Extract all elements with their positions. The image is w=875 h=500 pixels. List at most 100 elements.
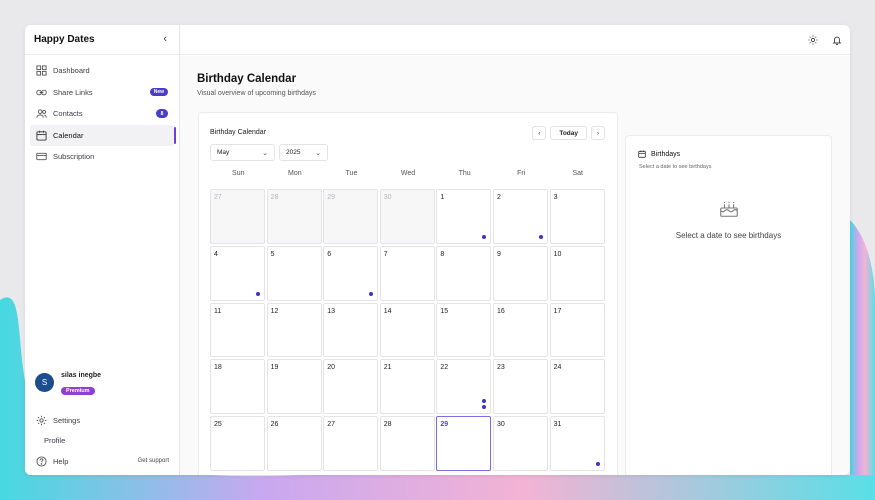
chevron-left-icon: ‹ xyxy=(538,129,541,137)
calendar-day[interactable]: 20 xyxy=(323,359,379,415)
calendar-day[interactable]: 29 xyxy=(323,189,379,244)
day-number: 9 xyxy=(496,250,501,258)
calendar-day[interactable]: 28 xyxy=(379,416,435,471)
birthday-indicator-dot xyxy=(595,461,600,466)
profile-link[interactable]: Profile xyxy=(30,431,175,452)
get-support-link[interactable]: Get support xyxy=(138,458,169,464)
birthdays-title: Birthdays xyxy=(638,150,680,158)
day-number: 5 xyxy=(270,250,275,258)
user-card[interactable]: S silas inegbe Premium xyxy=(35,372,101,397)
sidebar-item-subscription[interactable]: Subscription xyxy=(30,146,174,168)
calendar-day-today[interactable]: 29 xyxy=(436,416,492,471)
calendar-day[interactable]: 7 xyxy=(379,245,435,301)
calendar-day[interactable]: 9 xyxy=(492,245,548,301)
calendar-day[interactable]: 30 xyxy=(379,189,435,244)
calendar-grid: 27 28 29 30 1 2 3 4 5 6 7 8 9 10 11 12 13 14 15 16 17 18 19 20 2… xyxy=(210,189,606,471)
day-number: 20 xyxy=(327,364,335,372)
sidebar-item-dashboard[interactable]: Dashboard xyxy=(30,60,174,82)
calendar-day[interactable]: 30 xyxy=(492,416,548,471)
day-number: 29 xyxy=(327,194,335,201)
weekday-label: Sat xyxy=(572,170,584,177)
calendar-day[interactable]: 18 xyxy=(210,359,265,415)
sidebar-item-share-links[interactable]: Share Links New xyxy=(30,82,174,104)
month-select[interactable]: May ⌄ xyxy=(210,144,275,161)
sidebar-nav: Dashboard Share Links New Contacts 8 Cal… xyxy=(25,60,179,168)
calendar-day[interactable]: 19 xyxy=(266,359,322,415)
sidebar-header: Happy Dates ‹ xyxy=(25,25,179,55)
birthday-indicator-dot xyxy=(482,405,487,410)
calendar-day[interactable]: 17 xyxy=(549,302,605,358)
sidebar-item-label: Calendar xyxy=(53,130,84,140)
bell-icon[interactable] xyxy=(832,35,842,45)
calendar-day[interactable]: 23 xyxy=(492,359,548,415)
calendar-day[interactable]: 24 xyxy=(549,359,605,415)
calendar-day[interactable]: 11 xyxy=(210,302,265,358)
calendar-day[interactable]: 16 xyxy=(492,302,548,358)
calendar-day[interactable]: 13 xyxy=(323,302,379,358)
calendar-day[interactable]: 31 xyxy=(549,416,605,471)
day-number: 24 xyxy=(553,364,562,372)
calendar-day[interactable]: 22 xyxy=(436,359,492,415)
dashboard-icon xyxy=(36,65,47,76)
sidebar-item-contacts[interactable]: Contacts 8 xyxy=(30,103,174,125)
calendar-day[interactable]: 25 xyxy=(210,416,265,471)
gear-icon xyxy=(36,415,47,426)
day-number: 2 xyxy=(496,194,501,201)
calendar-day[interactable]: 1 xyxy=(436,189,492,244)
birthdays-empty-state: Select a date to see birthdays xyxy=(675,231,782,240)
help-icon xyxy=(36,456,47,467)
sidebar-item-calendar[interactable]: Calendar xyxy=(30,124,176,146)
sidebar: Happy Dates ‹ Dashboard Share Links New xyxy=(25,25,180,475)
weekday-label: Wed xyxy=(400,170,416,177)
day-number: 22 xyxy=(440,364,449,372)
day-number: 4 xyxy=(214,250,218,258)
birthdays-title-text: Birthdays xyxy=(651,150,681,158)
chevron-left-icon[interactable]: ‹ xyxy=(163,34,167,45)
credit-card-icon xyxy=(36,151,47,162)
calendar-day[interactable]: 14 xyxy=(379,302,435,358)
calendar-day[interactable]: 3 xyxy=(549,189,605,244)
calendar-day[interactable]: 2 xyxy=(492,189,548,244)
sidebar-item-label: Dashboard xyxy=(53,66,90,76)
sidebar-footer: Settings Profile Help Get support xyxy=(30,410,175,472)
settings-link[interactable]: Settings xyxy=(30,410,175,431)
calendar-day[interactable]: 27 xyxy=(323,416,379,471)
birthdays-panel: Birthdays Select a date to see birthdays… xyxy=(625,135,832,475)
year-select[interactable]: 2025 ⌄ xyxy=(279,144,328,161)
calendar-day[interactable]: 12 xyxy=(266,302,322,358)
calendar-icon xyxy=(36,130,47,141)
today-button[interactable]: Today xyxy=(550,126,587,140)
page-title: Birthday Calendar xyxy=(197,73,297,85)
day-number: 6 xyxy=(327,250,332,258)
weekday-header: Sun Mon Tue Wed Thu Fri Sat xyxy=(210,170,606,177)
help-row[interactable]: Help Get support xyxy=(30,451,175,472)
prev-month-button[interactable]: ‹ xyxy=(532,126,547,140)
calendar-day[interactable]: 27 xyxy=(210,189,265,244)
day-number: 10 xyxy=(553,250,562,258)
settings-label: Settings xyxy=(53,415,81,425)
birthdays-subtitle: Select a date to see birthdays xyxy=(639,164,712,170)
sun-icon[interactable] xyxy=(808,34,818,45)
next-month-button[interactable]: › xyxy=(591,126,605,140)
link-icon xyxy=(36,87,47,98)
birthday-indicator-dot xyxy=(369,291,374,296)
calendar-day[interactable]: 8 xyxy=(436,245,492,301)
calendar-day[interactable]: 5 xyxy=(266,245,322,301)
calendar-day[interactable]: 26 xyxy=(266,416,322,471)
calendar-day[interactable]: 21 xyxy=(379,359,435,415)
calendar-day[interactable]: 15 xyxy=(436,302,492,358)
day-number: 8 xyxy=(440,250,445,258)
day-number: 19 xyxy=(270,364,279,372)
day-number: 27 xyxy=(214,194,222,201)
day-number: 31 xyxy=(553,421,562,429)
calendar-day[interactable]: 6 xyxy=(323,245,379,301)
calendar-day[interactable]: 4 xyxy=(210,245,265,301)
month-select-value: May xyxy=(217,149,230,156)
cake-icon xyxy=(718,197,740,219)
calendar-day[interactable]: 28 xyxy=(266,189,322,244)
calendar-day[interactable]: 10 xyxy=(549,245,605,301)
weekday-label: Thu xyxy=(458,170,471,177)
day-number: 30 xyxy=(496,421,505,429)
topbar xyxy=(180,25,850,55)
help-label: Help xyxy=(53,456,69,466)
